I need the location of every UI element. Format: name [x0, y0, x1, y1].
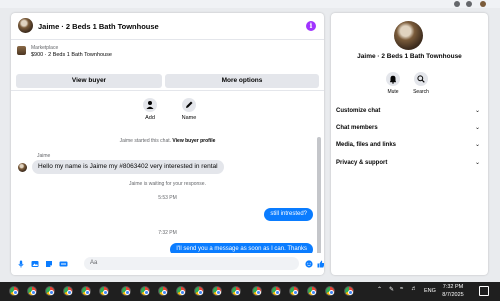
marketplace-label: Marketplace — [31, 45, 59, 51]
chrome-taskbar-icon[interactable] — [344, 286, 354, 296]
chrome-taskbar-icon[interactable] — [252, 286, 262, 296]
chevron-down-icon: ⌄ — [474, 108, 480, 114]
outgoing-message-1[interactable]: still intrested? — [264, 208, 313, 221]
message-list: Add Name Jaime started this chat. View b… — [11, 92, 324, 265]
chrome-taskbar-icon[interactable] — [9, 286, 19, 296]
scrollbar-thumb[interactable] — [317, 137, 321, 255]
volume-icon[interactable]: ♬ — [411, 286, 417, 292]
chrome-taskbar-icon[interactable] — [231, 286, 241, 296]
notification-center-icon[interactable] — [479, 286, 489, 296]
listing-thumbnail[interactable] — [17, 46, 26, 55]
view-buyer-profile-link[interactable]: View buyer profile — [172, 138, 215, 144]
top-strip — [0, 0, 500, 8]
sender-name: Jaime — [37, 153, 51, 159]
mute-label: Mute — [387, 89, 399, 95]
incoming-message[interactable]: Hello my name is Jaime my #8063402 very … — [32, 160, 224, 174]
chat-members-label: Chat members — [336, 125, 378, 131]
sticker-icon[interactable] — [45, 260, 53, 268]
media-files-links-row[interactable]: Media, files and links ⌄ — [336, 139, 482, 151]
chevron-up-icon[interactable]: ⌃ — [377, 286, 382, 293]
thumbs-up-icon[interactable] — [317, 260, 324, 268]
chat-started-notice: Jaime started this chat. View buyer prof… — [11, 138, 324, 144]
add-people-action[interactable]: Add — [135, 98, 165, 121]
add-person-icon — [143, 98, 157, 112]
emoji-icon[interactable] — [305, 260, 313, 268]
chevron-down-icon: ⌄ — [474, 125, 480, 131]
chrome-taskbar-icon[interactable] — [212, 286, 222, 296]
mute-action[interactable]: Mute — [381, 72, 405, 95]
wifi-icon[interactable]: ≈ — [400, 286, 403, 292]
view-buyer-button[interactable]: View buyer — [16, 74, 162, 88]
microphone-icon[interactable] — [17, 260, 25, 268]
menu-icon[interactable] — [454, 1, 460, 7]
chrome-taskbar-icon[interactable] — [176, 286, 186, 296]
search-label: Search — [413, 89, 429, 95]
pencil-icon — [182, 98, 196, 112]
name-label: Name — [181, 115, 197, 121]
side-avatar[interactable] — [394, 21, 423, 50]
chrome-taskbar-icon[interactable] — [27, 286, 37, 296]
chrome-taskbar-icon[interactable] — [45, 286, 55, 296]
conversation-details-panel: Jaime · 2 Beds 1 Bath Townhouse Mute Sea… — [331, 13, 488, 275]
timestamp-1: 5:53 PM — [158, 195, 177, 201]
chrome-taskbar-icon[interactable] — [63, 286, 73, 296]
chrome-taskbar-icon[interactable] — [158, 286, 168, 296]
message-scrollbar[interactable] — [316, 92, 322, 265]
waiting-notice: Jaime is waiting for your response. — [129, 181, 206, 187]
chat-header: Jaime · 2 Beds 1 Bath Townhouse i — [11, 13, 324, 40]
chrome-taskbar-icon[interactable] — [140, 286, 150, 296]
chat-panel: Jaime · 2 Beds 1 Bath Townhouse i Market… — [11, 13, 324, 275]
search-action[interactable]: Search — [409, 72, 433, 95]
chevron-down-icon: ⌄ — [474, 142, 480, 148]
chat-avatar[interactable] — [18, 18, 33, 33]
customize-chat-row[interactable]: Customize chat ⌄ — [336, 105, 482, 117]
photo-icon[interactable] — [31, 260, 39, 268]
chrome-taskbar-icon[interactable] — [289, 286, 299, 296]
privacy-support-row[interactable]: Privacy & support ⌄ — [336, 157, 482, 169]
chrome-taskbar-icon[interactable] — [325, 286, 335, 296]
chat-members-row[interactable]: Chat members ⌄ — [336, 122, 482, 134]
message-input[interactable]: Aa — [84, 257, 299, 270]
more-options-button[interactable]: More options — [165, 74, 319, 88]
chat-title[interactable]: Jaime · 2 Beds 1 Bath Townhouse — [38, 22, 159, 31]
pen-icon[interactable]: ✎ — [389, 286, 394, 293]
gif-icon[interactable] — [59, 260, 68, 268]
info-icon[interactable]: i — [306, 21, 316, 31]
customize-chat-label: Customize chat — [336, 108, 381, 114]
profile-avatar-icon[interactable] — [480, 1, 486, 7]
bell-icon — [386, 72, 400, 86]
clock-time: 7:32 PM — [442, 284, 464, 290]
search-icon — [414, 72, 428, 86]
side-title: Jaime · 2 Beds 1 Bath Townhouse — [357, 53, 462, 60]
add-label: Add — [145, 115, 155, 121]
sender-avatar[interactable] — [18, 163, 27, 172]
chrome-taskbar-icon[interactable] — [81, 286, 91, 296]
chrome-taskbar-icon[interactable] — [194, 286, 204, 296]
taskbar: ⌃ ✎ ≈ ♬ ENG 7:32 PM 8/7/2025 — [0, 282, 500, 301]
notifications-icon[interactable] — [466, 1, 472, 7]
timestamp-2: 7:32 PM — [158, 230, 177, 236]
composer: Aa — [11, 253, 324, 275]
listing-price-title[interactable]: $900 · 2 Beds 1 Bath Townhouse — [31, 52, 112, 58]
media-files-links-label: Media, files and links — [336, 142, 397, 148]
clock-date: 8/7/2025 — [442, 291, 464, 298]
chrome-taskbar-icon[interactable] — [121, 286, 131, 296]
system-clock[interactable]: 7:32 PM 8/7/2025 — [440, 284, 466, 299]
chrome-taskbar-icon[interactable] — [99, 286, 109, 296]
chevron-down-icon: ⌄ — [474, 160, 480, 166]
chrome-taskbar-icon[interactable] — [307, 286, 317, 296]
name-chat-action[interactable]: Name — [174, 98, 204, 121]
chrome-taskbar-icon[interactable] — [271, 286, 281, 296]
privacy-support-label: Privacy & support — [336, 160, 388, 166]
chat-started-text: Jaime started this chat. — [119, 138, 172, 144]
listing-card: Marketplace $900 · 2 Beds 1 Bath Townhou… — [11, 41, 324, 91]
language-indicator[interactable]: ENG — [424, 288, 436, 294]
